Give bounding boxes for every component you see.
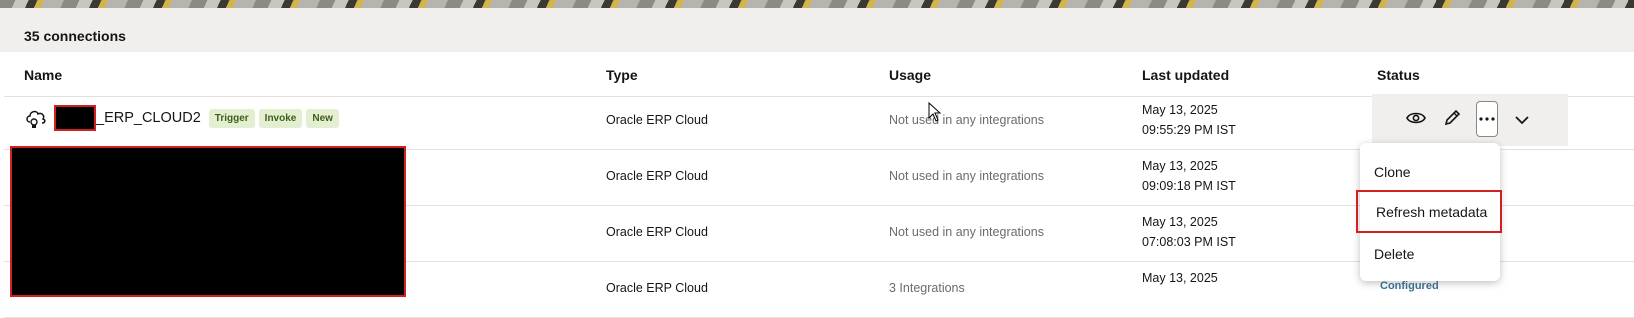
connections-count: 35 connections [24, 28, 126, 44]
connection-name-text[interactable]: _ERP_CLOUD2 [96, 110, 201, 126]
row-actions [1372, 94, 1568, 146]
badge-trigger: Trigger [208, 108, 255, 128]
decorative-banner [0, 0, 1634, 8]
header-usage[interactable]: Usage [889, 67, 931, 83]
pencil-icon[interactable] [1440, 106, 1464, 130]
badge-new: New [306, 108, 339, 128]
eye-icon[interactable] [1404, 106, 1428, 130]
last-updated-date: May 13, 2025 [1142, 271, 1218, 285]
mouse-cursor-icon [928, 102, 942, 122]
last-updated-date: May 13, 2025 [1142, 159, 1218, 173]
menu-item-refresh-metadata[interactable]: Refresh metadata [1356, 190, 1502, 233]
chevron-down-icon[interactable] [1510, 108, 1534, 132]
last-updated: May 13, 2025 09:55:29 PM IST [1142, 100, 1236, 140]
connection-usage: Not used in any integrations [889, 113, 1044, 127]
connection-usage: Not used in any integrations [889, 225, 1044, 239]
actions-menu: Clone Refresh metadata Delete [1356, 143, 1502, 281]
more-icon[interactable] [1476, 101, 1498, 137]
connection-name[interactable]: _ERP_CLOUD2 Trigger Invoke New [24, 105, 343, 131]
status-badge: Configured [1380, 280, 1439, 292]
last-updated-time: 09:55:29 PM IST [1142, 123, 1236, 137]
header-status[interactable]: Status [1377, 67, 1420, 83]
menu-item-clone[interactable]: Clone [1360, 153, 1500, 191]
connection-type: Oracle ERP Cloud [606, 281, 708, 295]
last-updated-date: May 13, 2025 [1142, 103, 1218, 117]
redacted-name-prefix [54, 105, 96, 131]
header-last-updated[interactable]: Last updated [1142, 67, 1229, 83]
last-updated: May 13, 2025 [1142, 268, 1218, 288]
table-header: Name Type Usage Last updated Status [4, 52, 1634, 97]
last-updated-time: 09:09:18 PM IST [1142, 179, 1236, 193]
connection-usage: Not used in any integrations [889, 169, 1044, 183]
last-updated-time: 07:08:03 PM IST [1142, 235, 1236, 249]
last-updated: May 13, 2025 09:09:18 PM IST [1142, 156, 1236, 196]
cloud-connection-icon [24, 107, 48, 129]
connection-type: Oracle ERP Cloud [606, 113, 708, 127]
last-updated: May 13, 2025 07:08:03 PM IST [1142, 212, 1236, 252]
last-updated-date: May 13, 2025 [1142, 215, 1218, 229]
connection-type: Oracle ERP Cloud [606, 225, 708, 239]
menu-item-delete[interactable]: Delete [1360, 235, 1500, 273]
badge-invoke: Invoke [258, 108, 303, 128]
connection-usage: 3 Integrations [889, 281, 965, 295]
redacted-area [10, 146, 406, 297]
summary-bar: 35 connections [0, 8, 1634, 52]
header-name[interactable]: Name [24, 67, 62, 83]
connection-type: Oracle ERP Cloud [606, 169, 708, 183]
header-type[interactable]: Type [606, 67, 638, 83]
